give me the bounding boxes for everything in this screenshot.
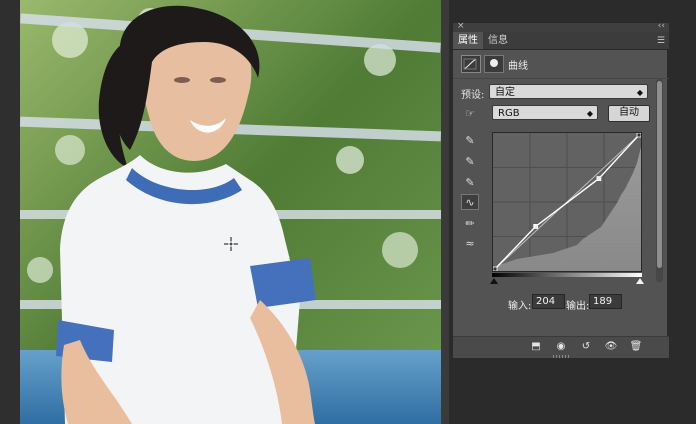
curve-control-point — [596, 176, 602, 181]
mask-icon[interactable] — [484, 55, 504, 73]
view-previous-state-icon[interactable]: ◉ — [551, 339, 571, 355]
curves-adjustment-icon[interactable] — [461, 55, 481, 73]
delete-icon[interactable]: 🗑 — [626, 339, 646, 355]
input-field[interactable]: 204 — [532, 294, 565, 309]
preset-label: 预设: — [461, 90, 485, 101]
pencil-draw-icon[interactable]: ✏ — [461, 216, 479, 232]
channel-value: RGB — [498, 108, 520, 119]
resize-grip[interactable] — [553, 355, 571, 358]
output-label: 输出: — [566, 301, 590, 312]
panel-title: 曲线 — [508, 61, 528, 72]
black-point-slider[interactable] — [490, 278, 498, 284]
curve-graph[interactable] — [492, 132, 642, 272]
close-icon[interactable]: × — [457, 21, 465, 31]
dropdown-arrow-icon: ◆ — [586, 109, 593, 118]
preset-value: 自定 — [495, 87, 515, 98]
sample-gray-eyedropper-icon[interactable]: ✎ — [461, 154, 479, 170]
crosshair-cursor-icon — [224, 236, 238, 251]
portrait-photo[interactable] — [20, 0, 441, 424]
tab-properties[interactable]: 属性 — [453, 32, 483, 49]
panel-menu-icon[interactable]: ☰ — [657, 36, 665, 46]
curve-control-point — [533, 224, 539, 229]
adjustment-header: 曲线 — [453, 50, 669, 79]
on-image-adjust-icon[interactable]: ☞ — [461, 106, 479, 122]
white-point-slider[interactable] — [636, 278, 644, 284]
input-label: 输入: — [508, 301, 532, 312]
channel-dropdown[interactable]: RGB ◆ — [492, 105, 598, 120]
visibility-icon[interactable]: 👁 — [601, 339, 621, 355]
smooth-curve-icon[interactable]: ≈ — [461, 236, 479, 252]
canvas-left-margin — [0, 0, 21, 424]
dropdown-arrow-icon: ◆ — [636, 88, 643, 97]
panel-scrollbar-thumb[interactable] — [657, 81, 662, 268]
sample-black-eyedropper-icon[interactable]: ✎ — [461, 133, 479, 149]
reset-icon[interactable]: ↺ — [576, 339, 596, 355]
panel-tabs: 属性 信息 ☰ — [453, 32, 669, 50]
right-margin — [668, 0, 696, 424]
sample-white-eyedropper-icon[interactable]: ✎ — [461, 175, 479, 191]
auto-button[interactable]: 自动 — [608, 105, 650, 122]
curve-control-point — [493, 266, 498, 271]
curve-edit-icon[interactable]: ∿ — [461, 194, 479, 210]
output-field[interactable]: 189 — [589, 294, 622, 309]
curve-control-point — [636, 133, 641, 138]
tab-info[interactable]: 信息 — [483, 32, 513, 49]
canvas-area[interactable] — [0, 0, 449, 424]
preset-dropdown[interactable]: 自定 ◆ — [489, 84, 648, 99]
collapse-icon[interactable]: ‹‹ — [658, 21, 665, 31]
properties-panel[interactable]: × ‹‹ 属性 信息 ☰ 曲线 预设: 自定 ◆ ☞ RGB ◆ 自动 ✎ ✎ … — [452, 21, 669, 358]
panel-topbar: × ‹‹ — [453, 21, 669, 32]
input-gradient-bar — [492, 273, 642, 277]
clip-to-layer-icon[interactable]: ⬒ — [526, 339, 546, 355]
